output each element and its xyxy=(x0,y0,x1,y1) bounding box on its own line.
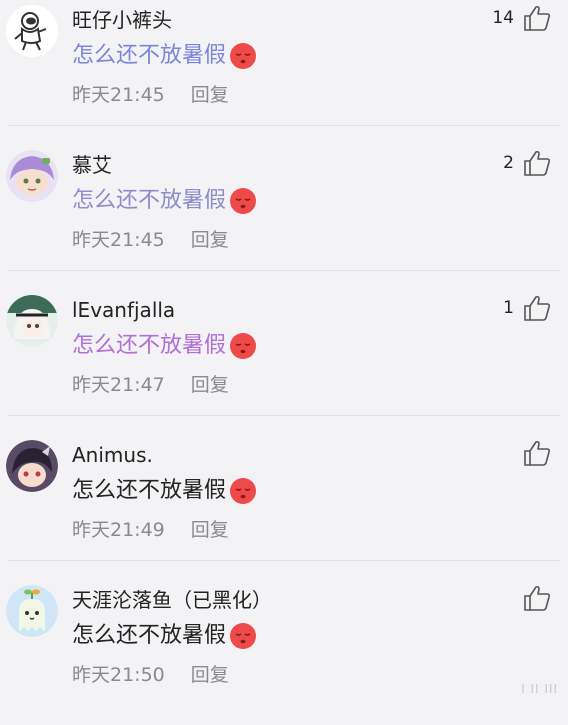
comment-text-content: 怎么还不放暑假 xyxy=(72,333,227,358)
like-button[interactable] xyxy=(514,439,552,467)
divider xyxy=(8,125,560,126)
sleepy-red-face-emoji-icon xyxy=(228,476,258,506)
comment-time: 昨天21:47 xyxy=(72,374,165,396)
username[interactable]: lEvanfjalla xyxy=(72,297,175,323)
comment-item: 天涯沦落鱼（已黑化） 怎么还不放暑假 昨天21:50 回复 xyxy=(0,580,568,725)
anime-avatar-white-hair[interactable] xyxy=(6,295,58,347)
like-count: 2 xyxy=(503,153,514,173)
comment-time: 昨天21:50 xyxy=(72,664,165,686)
comment-item: lEvanfjalla 怎么还不放暑假 昨天21:47 回复 1 xyxy=(0,290,568,435)
divider xyxy=(8,415,560,416)
like-button[interactable]: 1 xyxy=(503,294,552,322)
thumbs-up-icon xyxy=(522,148,552,178)
watermark: Ⅰ ⅠⅠ ⅠⅠⅠ xyxy=(521,682,558,696)
thumbs-up-icon xyxy=(522,3,552,33)
sleepy-red-face-emoji-icon xyxy=(228,621,258,651)
sleepy-red-face-emoji-icon xyxy=(228,186,258,216)
thumbs-up-icon xyxy=(522,583,552,613)
thumbs-up-icon xyxy=(522,438,552,468)
comment-time: 昨天21:49 xyxy=(72,519,165,541)
like-button[interactable]: 2 xyxy=(503,149,552,177)
reply-button[interactable]: 回复 xyxy=(191,374,229,396)
comment-item: Animus. 怎么还不放暑假 昨天21:49 回复 xyxy=(0,435,568,580)
comment-text[interactable]: 怎么还不放暑假 xyxy=(72,476,258,506)
reply-button[interactable]: 回复 xyxy=(191,84,229,106)
astronaut-avatar[interactable] xyxy=(6,5,58,57)
comment-text[interactable]: 怎么还不放暑假 xyxy=(72,621,258,651)
comment-text-content: 怎么还不放暑假 xyxy=(72,478,227,503)
comment-time: 昨天21:45 xyxy=(72,84,165,106)
username[interactable]: 旺仔小裤头 xyxy=(72,7,172,33)
sleepy-red-face-emoji-icon xyxy=(228,331,258,361)
comment-meta: 昨天21:47 回复 xyxy=(72,372,229,398)
comment-item: 慕艾 怎么还不放暑假 昨天21:45 回复 2 xyxy=(0,145,568,290)
reply-button[interactable]: 回复 xyxy=(191,519,229,541)
thumbs-up-icon xyxy=(522,293,552,323)
comment-meta: 昨天21:50 回复 xyxy=(72,662,229,688)
comment-text[interactable]: 怎么还不放暑假 xyxy=(72,331,258,361)
comment-text[interactable]: 怎么还不放暑假 xyxy=(72,41,258,71)
comment-item: 旺仔小裤头 怎么还不放暑假 昨天21:45 回复 14 xyxy=(0,0,568,145)
comment-meta: 昨天21:45 回复 xyxy=(72,82,229,108)
comment-text-content: 怎么还不放暑假 xyxy=(72,623,227,648)
anime-avatar-dark-hair[interactable] xyxy=(6,440,58,492)
comment-time: 昨天21:45 xyxy=(72,229,165,251)
username[interactable]: Animus. xyxy=(72,442,153,468)
like-count: 14 xyxy=(492,8,514,28)
reply-button[interactable]: 回复 xyxy=(191,664,229,686)
username[interactable]: 天涯沦落鱼（已黑化） xyxy=(72,587,272,613)
divider xyxy=(8,270,560,271)
sleepy-red-face-emoji-icon xyxy=(228,41,258,71)
ghost-sprout-avatar[interactable] xyxy=(6,585,58,637)
divider xyxy=(8,560,560,561)
username[interactable]: 慕艾 xyxy=(72,152,112,178)
like-count: 1 xyxy=(503,298,514,318)
comment-meta: 昨天21:45 回复 xyxy=(72,227,229,253)
reply-button[interactable]: 回复 xyxy=(191,229,229,251)
comment-text-content: 怎么还不放暑假 xyxy=(72,43,227,68)
like-button[interactable] xyxy=(514,584,552,612)
comment-text-content: 怎么还不放暑假 xyxy=(72,188,227,213)
comment-meta: 昨天21:49 回复 xyxy=(72,517,229,543)
comment-text[interactable]: 怎么还不放暑假 xyxy=(72,186,258,216)
like-button[interactable]: 14 xyxy=(492,4,552,32)
anime-avatar-purple-hair[interactable] xyxy=(6,150,58,202)
